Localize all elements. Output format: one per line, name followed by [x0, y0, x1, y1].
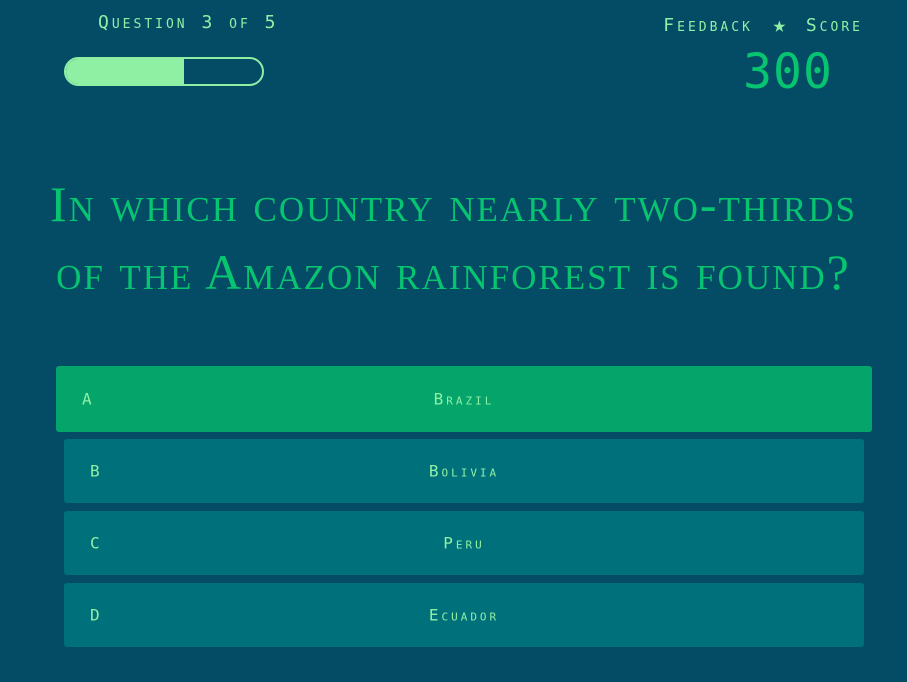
answer-label: Bolivia [428, 461, 500, 481]
score-value: 300 [743, 44, 833, 100]
feedback-score-label: Feedback ★ Score [663, 12, 863, 38]
answer-option-c[interactable]: C Peru [64, 511, 864, 575]
star-icon: ★ [772, 13, 786, 38]
answer-option-b[interactable]: B Bolivia [64, 439, 864, 503]
answer-option-d[interactable]: D Ecuador [64, 583, 864, 647]
progress-bar-fill [66, 59, 184, 84]
question-text: In which country nearly two-thirds of th… [50, 176, 857, 300]
progress-bar [64, 57, 264, 86]
answer-option-a[interactable]: A Brazil [56, 366, 872, 432]
answer-label: Ecuador [428, 605, 500, 625]
feedback-label: Feedback [663, 15, 753, 36]
answer-label: Brazil [433, 389, 495, 409]
question-counter: Question 3 of 5 [98, 12, 279, 33]
answer-label: Peru [443, 533, 485, 553]
score-label: Score [805, 15, 863, 36]
